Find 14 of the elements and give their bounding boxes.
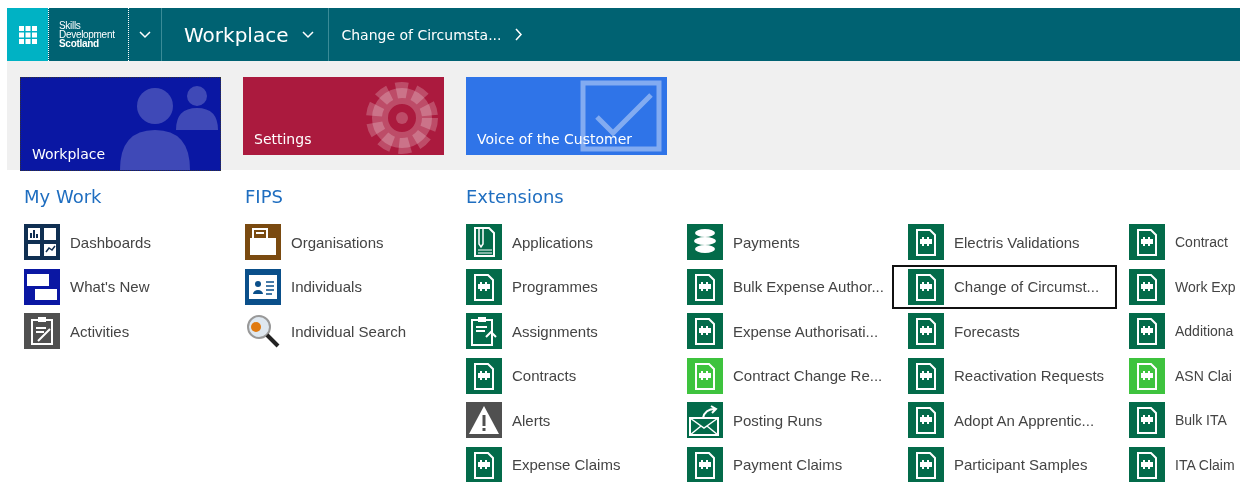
breadcrumb-link[interactable]: Change of Circumsta... (329, 8, 536, 61)
chevron-down-icon (302, 30, 315, 39)
app-tile[interactable]: Settings (243, 77, 444, 155)
app-launcher-button[interactable] (7, 8, 48, 61)
magnifier-icon (245, 313, 281, 350)
nav-item[interactable]: Change of Circumst... (892, 264, 1117, 309)
section-heading: My Work (24, 186, 103, 209)
grid-icon (18, 25, 37, 44)
app-tile[interactable]: Workplace (20, 77, 221, 171)
section-heading: Extensions (466, 186, 565, 209)
app-tile[interactable]: Voice of the Customer (466, 77, 667, 155)
chevron-right-icon (515, 28, 524, 41)
chevron-down-icon (139, 30, 151, 39)
section-heading: FIPS (245, 186, 284, 209)
